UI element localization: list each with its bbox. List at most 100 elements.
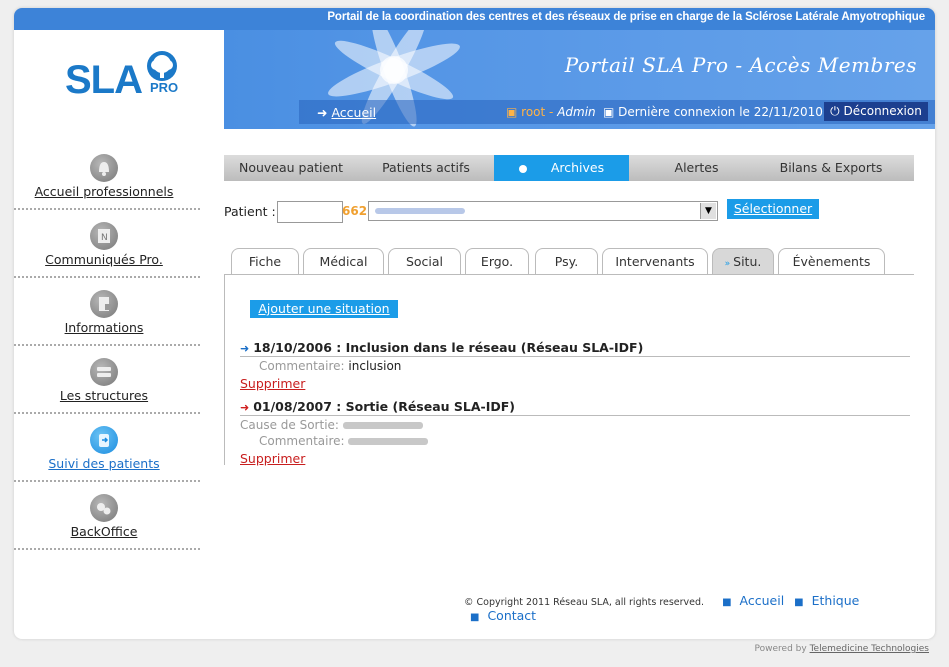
patient-label: Patient : (224, 204, 276, 219)
sidebar-item-structures[interactable]: Les structures (14, 352, 204, 420)
chevron-right-icon: » (724, 259, 731, 269)
delete-link[interactable]: Supprimer (240, 451, 910, 466)
tab-medical[interactable]: Médical (303, 248, 384, 275)
tree-icon (147, 51, 177, 81)
portal-title: Portail SLA Pro - Accès Membres (564, 53, 917, 77)
logout-label: Déconnexion (843, 104, 922, 118)
situation-comment: Commentaire: inclusion (240, 359, 910, 373)
bullet-icon: ■ (722, 597, 732, 608)
tab-bilans-exports[interactable]: Bilans & Exports (764, 155, 898, 181)
user-role: Admin (557, 105, 596, 119)
powered-link[interactable]: Telemedicine Technologies (810, 644, 929, 654)
patient-icon (90, 426, 118, 454)
logo-text: SLA (65, 58, 143, 102)
arrow-right-icon: ➜ (317, 105, 332, 120)
bullet-icon: ■ (794, 597, 804, 608)
sidebar-item-informations[interactable]: Informations (14, 284, 204, 352)
situation-title: ➜ 18/10/2006 : Inclusion dans le réseau (… (240, 340, 910, 357)
tab-evenements[interactable]: Évènements (778, 248, 885, 275)
tab-nouveau-patient[interactable]: Nouveau patient (224, 155, 358, 181)
building-icon (90, 358, 118, 386)
sidebar-item-backoffice[interactable]: BackOffice (14, 488, 204, 556)
patient-number: 662 (342, 204, 368, 218)
tab-intervenants[interactable]: Intervenants (602, 248, 708, 275)
divider (14, 548, 200, 550)
copyright: © Copyright 2011 Réseau SLA, all rights … (464, 597, 705, 608)
tab-archives[interactable]: Archives (494, 155, 629, 181)
tab-situ[interactable]: » Situ. (712, 248, 774, 275)
sub-tabs: Fiche Médical Social Ergo. Psy. Interven… (231, 248, 921, 275)
situation-title: ➜ 01/08/2007 : Sortie (Réseau SLA-IDF) (240, 399, 910, 416)
divider (14, 344, 200, 346)
page-frame: Portail de la coordination des centres e… (14, 8, 935, 639)
footer-link-ethique[interactable]: Ethique (812, 593, 860, 608)
header: Portail de la coordination des centres e… (14, 8, 935, 129)
cause-key: Cause de Sortie: (240, 418, 339, 432)
situation-comment: Commentaire: (240, 434, 910, 448)
bell-icon (90, 154, 118, 182)
patient-select[interactable]: ▼ (368, 201, 718, 221)
last-login-text: Dernière connexion le 22/11/2010 (618, 105, 823, 119)
tab-social[interactable]: Social (388, 248, 461, 275)
arrow-right-icon: ➜ (240, 401, 250, 414)
sidebar-item-label: Suivi des patients (48, 456, 160, 471)
comment-key: Commentaire: (259, 359, 345, 373)
logout-button[interactable]: ⏻ Déconnexion (824, 102, 928, 121)
comment-key: Commentaire: (259, 434, 345, 448)
power-icon: ⏻ (830, 104, 840, 118)
sidebar-item-label: Accueil professionnels (34, 184, 174, 199)
login-icon: ▣ (603, 105, 615, 119)
situation-cause: Cause de Sortie: (240, 418, 910, 432)
tab-label: Situ. (733, 254, 762, 269)
svg-text:N: N (101, 233, 108, 243)
tagline: Portail de la coordination des centres e… (327, 11, 925, 23)
gears-icon (90, 494, 118, 522)
divider (14, 208, 200, 210)
footer: © Copyright 2011 Réseau SLA, all rights … (464, 593, 935, 623)
select-button[interactable]: Sélectionner (727, 199, 819, 219)
patient-name-redacted (375, 208, 465, 214)
powered-by: Powered by Telemedicine Technologies (755, 644, 929, 654)
powered-prefix: Powered by (754, 644, 807, 654)
sidebar-item-communiques[interactable]: N Communiqués Pro. (14, 216, 204, 284)
main-tabs: Nouveau patient Patients actifs Archives… (224, 155, 914, 181)
cause-value-redacted (342, 422, 423, 429)
add-situation-button[interactable]: Ajouter une situation (250, 300, 398, 318)
tab-ergo[interactable]: Ergo. (465, 248, 529, 275)
user-info: ▣ root - Admin (506, 105, 596, 119)
divider (14, 412, 200, 414)
top-bar: Portail de la coordination des centres e… (14, 8, 935, 30)
footer-link-accueil[interactable]: Accueil (740, 593, 785, 608)
tab-divider (224, 274, 914, 275)
sidebar-item-label: Les structures (59, 388, 149, 403)
delete-link[interactable]: Supprimer (240, 376, 910, 391)
tab-label: Archives (550, 160, 605, 175)
tab-psy[interactable]: Psy. (535, 248, 598, 275)
tab-alertes[interactable]: Alertes (629, 155, 764, 181)
footer-link-contact[interactable]: Contact (487, 608, 536, 623)
home-link[interactable]: ➜ Accueil (317, 105, 376, 120)
panel-border (224, 275, 225, 465)
bullet-icon: ■ (470, 612, 480, 623)
comment-value-redacted (348, 438, 429, 445)
patient-selector: Patient : 662 ▼ Sélectionner (224, 199, 924, 223)
logo[interactable]: SLA PRO (65, 50, 205, 110)
situation-item: ➜ 01/08/2007 : Sortie (Réseau SLA-IDF) Ca… (240, 399, 910, 466)
document-icon (90, 290, 118, 318)
tab-patients-actifs[interactable]: Patients actifs (358, 155, 494, 181)
logo-area: SLA PRO (29, 30, 224, 129)
user-icon: ▣ (506, 105, 518, 119)
sidebar-item-label: BackOffice (70, 524, 138, 539)
patient-id-input[interactable] (277, 201, 343, 223)
divider (14, 276, 200, 278)
sidebar-item-suivi[interactable]: Suivi des patients (14, 420, 204, 488)
situation-title-text: 18/10/2006 : Inclusion dans le réseau (R… (253, 340, 644, 355)
logo-sub: PRO (150, 80, 179, 95)
user-bar: ➜ Accueil ▣ root - Admin ▣ Dernière conn… (299, 100, 935, 124)
divider (14, 480, 200, 482)
banner: Portail SLA Pro - Accès Membres ➜ Accuei… (224, 30, 935, 129)
tab-fiche[interactable]: Fiche (231, 248, 299, 275)
user-name: root (521, 105, 546, 119)
sidebar-item-accueil[interactable]: Accueil professionnels (14, 148, 204, 216)
dropdown-arrow-icon: ▼ (700, 203, 716, 219)
